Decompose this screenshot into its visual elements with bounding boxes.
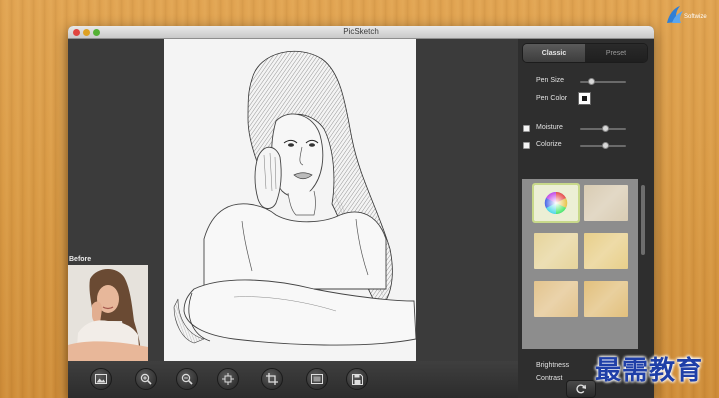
fullscreen-icon (311, 374, 323, 384)
settings-panel: Classic Preset Pen Size Pen Color Moistu… (518, 39, 654, 398)
paper-grid-scrollbar[interactable] (641, 185, 645, 255)
paper-texture-grid (522, 179, 638, 349)
pen-color-well[interactable] (578, 92, 591, 105)
paper-swatch-3[interactable] (584, 233, 628, 269)
colorize-label: Colorize (536, 141, 562, 148)
fit-screen-icon (222, 373, 234, 385)
fit-button[interactable] (217, 368, 239, 390)
fullscreen-button[interactable] (306, 368, 328, 390)
paper-swatch-2[interactable] (534, 233, 578, 269)
save-icon (351, 373, 363, 385)
before-label: Before (69, 256, 92, 263)
app-window: PicSketch Before Classic Preset Pen Size… (68, 26, 654, 398)
pen-size-slider[interactable] (580, 81, 626, 83)
save-button[interactable] (346, 368, 368, 390)
zoom-in-button[interactable] (135, 368, 157, 390)
brightness-label: Brightness (536, 362, 570, 369)
watermark-text: 最需教育 (595, 356, 704, 386)
tab-preset[interactable]: Preset (585, 44, 647, 62)
title-bar: PicSketch (68, 26, 654, 39)
paper-swatch-5[interactable] (584, 281, 628, 317)
sketch-image (173, 51, 416, 346)
bottom-toolbar (68, 361, 518, 398)
refresh-button[interactable] (566, 380, 596, 398)
paper-swatch-1[interactable] (584, 185, 628, 221)
svg-text:Softwize: Softwize (684, 14, 707, 20)
refresh-icon (576, 384, 586, 394)
color-wheel-icon (544, 191, 568, 215)
workspace: Before (68, 39, 518, 398)
zoom-out-icon (181, 373, 193, 385)
colorize-slider-knob[interactable] (601, 141, 609, 149)
moisture-label: Moisture (536, 124, 563, 131)
zoom-out-button[interactable] (176, 368, 198, 390)
zoom-in-icon (140, 373, 152, 385)
open-image-button[interactable] (90, 368, 112, 390)
colorize-checkbox[interactable] (523, 142, 530, 149)
mode-segmented-control: Classic Preset (522, 43, 648, 63)
moisture-checkbox[interactable] (523, 125, 530, 132)
paper-swatch-color-wheel[interactable] (532, 183, 580, 223)
pen-size-slider-knob[interactable] (588, 77, 595, 85)
window-title: PicSketch (343, 27, 379, 36)
paper-swatch-4[interactable] (534, 281, 578, 317)
tab-classic[interactable]: Classic (523, 44, 585, 62)
sketch-canvas[interactable] (164, 39, 416, 361)
image-icon (95, 374, 107, 384)
original-photo (68, 265, 148, 361)
pen-size-label: Pen Size (536, 77, 565, 84)
crop-icon (266, 373, 278, 385)
pen-color-label: Pen Color (536, 95, 568, 102)
before-thumbnail[interactable] (68, 265, 148, 361)
corner-logo: Softwize (664, 4, 714, 26)
crop-button[interactable] (261, 368, 283, 390)
moisture-slider-knob[interactable] (601, 124, 609, 132)
contrast-label: Contrast (536, 375, 563, 382)
